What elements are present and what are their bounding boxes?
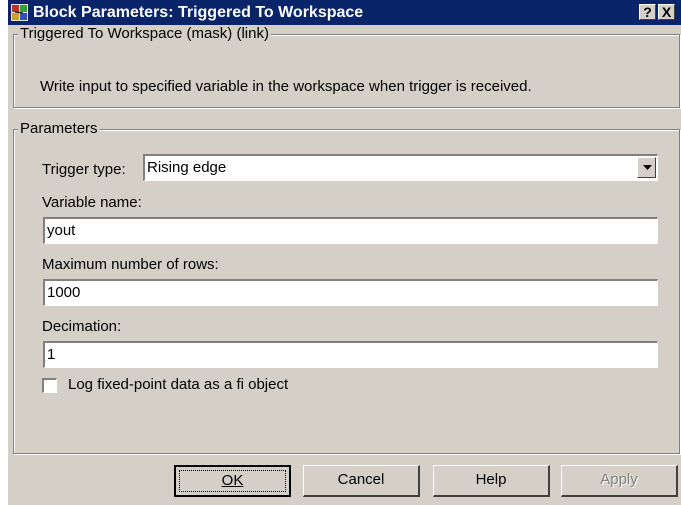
cancel-button[interactable]: Cancel bbox=[303, 465, 420, 497]
dialog-window: Block Parameters: Triggered To Workspace… bbox=[8, 0, 681, 505]
help-button-label: Help bbox=[475, 471, 507, 488]
max-rows-label: Maximum number of rows: bbox=[42, 256, 219, 273]
help-button[interactable]: Help bbox=[433, 465, 550, 497]
focus-rectangle bbox=[179, 470, 286, 492]
decimation-label: Decimation: bbox=[42, 318, 122, 335]
close-icon[interactable]: X bbox=[658, 4, 675, 20]
chevron-down-icon[interactable] bbox=[637, 157, 656, 178]
decimation-field[interactable]: 1 bbox=[43, 341, 658, 368]
max-rows-field[interactable]: 1000 bbox=[43, 279, 658, 306]
variable-name-field[interactable]: yout bbox=[43, 217, 658, 244]
mask-group-legend: Triggered To Workspace (mask) (link) bbox=[18, 25, 271, 43]
mask-groupbox bbox=[13, 34, 680, 108]
parameters-legend: Parameters bbox=[18, 120, 100, 138]
trigger-type-label: Trigger type: bbox=[42, 161, 126, 178]
apply-button[interactable]: Apply bbox=[561, 465, 678, 497]
apply-button-label: Apply bbox=[600, 471, 638, 488]
mask-description: Write input to specified variable in the… bbox=[40, 78, 532, 95]
log-fixed-point-checkbox[interactable] bbox=[42, 378, 57, 393]
title-bar[interactable]: Block Parameters: Triggered To Workspace… bbox=[8, 0, 681, 25]
variable-name-label: Variable name: bbox=[42, 194, 142, 211]
trigger-type-dropdown[interactable]: Rising edge bbox=[143, 154, 658, 181]
trigger-type-value: Rising edge bbox=[147, 159, 227, 176]
ok-button[interactable]: OK bbox=[174, 465, 291, 497]
log-fixed-point-label: Log fixed-point data as a fi object bbox=[68, 376, 289, 393]
window-title: Block Parameters: Triggered To Workspace bbox=[33, 4, 364, 21]
cancel-button-label: Cancel bbox=[337, 471, 385, 488]
simulink-block-icon bbox=[11, 4, 28, 21]
help-icon[interactable]: ? bbox=[639, 4, 656, 20]
